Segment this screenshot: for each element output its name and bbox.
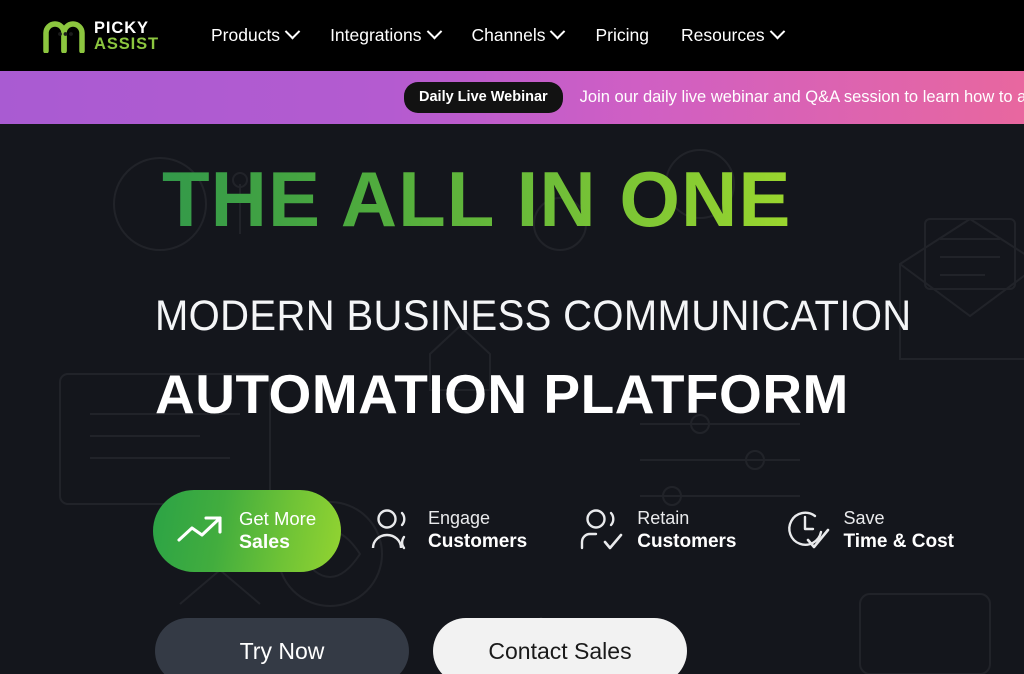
chevron-down-icon: [769, 23, 785, 39]
benefit-label: Retain Customers: [637, 507, 736, 555]
get-more-sales-button[interactable]: Get More Sales: [153, 490, 341, 572]
benefit-label: Save Time & Cost: [844, 507, 955, 555]
picky-assist-pa-monogram-icon: [41, 19, 87, 53]
nav-item-products[interactable]: Products: [195, 19, 314, 52]
chevron-down-icon: [284, 23, 301, 39]
benefit-line-2: Customers: [428, 531, 528, 553]
cta-line-1: Get More: [239, 507, 317, 529]
trending-up-arrow-icon: [175, 510, 227, 553]
nav-label: Resources: [680, 25, 765, 45]
chevron-down-icon: [550, 23, 566, 39]
nav-item-pricing[interactable]: Pricing: [579, 19, 665, 52]
logo-word-picky: PICKY: [94, 18, 149, 37]
promo-banner-text[interactable]: Join our daily live webinar and Q&A sess…: [580, 88, 1024, 107]
hero-headline-line2: MODERN BUSINESS COMMUNICATION: [155, 292, 912, 340]
benefit-line-1: Save: [843, 507, 885, 528]
person-with-sound-waves-icon: [371, 506, 415, 557]
hero-content: THE ALL IN ONE MODERN BUSINESS COMMUNICA…: [153, 124, 1024, 674]
hero-headline-line1: THE ALL IN ONE: [162, 155, 792, 243]
nav-label: Products: [211, 25, 281, 45]
site-logo[interactable]: PICKY ASSIST: [41, 19, 159, 53]
nav-item-resources[interactable]: Resources: [665, 19, 799, 52]
hero-benefits-row: Get More Sales Engage Customers Retain C…: [153, 490, 954, 572]
site-header: PICKY ASSIST Products Integrations Chann…: [0, 0, 1024, 71]
benefit-line-2: Customers: [637, 531, 737, 553]
chevron-down-icon: [426, 23, 442, 39]
landing-page: PICKY ASSIST Products Integrations Chann…: [0, 0, 1024, 674]
contact-sales-button[interactable]: Contact Sales: [433, 618, 687, 674]
benefit-line-2: Time & Cost: [843, 531, 955, 553]
hero-action-buttons: Try Now Contact Sales: [155, 618, 687, 674]
benefit-retain-customers: Retain Customers: [580, 506, 737, 557]
logo-word-assist: ASSIST: [94, 34, 159, 53]
benefit-save-time-and-cost: Save Time & Cost: [785, 506, 955, 557]
benefit-label: Engage Customers: [428, 507, 527, 555]
cta-line-2: Sales: [239, 531, 290, 554]
nav-label: Pricing: [595, 25, 649, 45]
promo-banner[interactable]: Daily Live Webinar Join our daily live w…: [0, 71, 1024, 124]
get-more-sales-label: Get More Sales: [239, 507, 316, 556]
logo-wordmark: PICKY ASSIST: [94, 18, 159, 53]
main-navigation: Products Integrations Channels Pricing R…: [195, 19, 799, 52]
nav-label: Integrations: [330, 25, 422, 45]
clock-with-check-icon: [785, 506, 831, 557]
hero-section: THE ALL IN ONE MODERN BUSINESS COMMUNICA…: [0, 124, 1024, 674]
try-now-button[interactable]: Try Now: [155, 618, 409, 674]
person-with-check-icon: [580, 506, 624, 557]
benefit-line-1: Engage: [428, 507, 491, 528]
nav-label: Channels: [471, 25, 546, 45]
promo-banner-badge[interactable]: Daily Live Webinar: [404, 82, 563, 113]
benefit-engage-customers: Engage Customers: [371, 506, 527, 557]
nav-item-channels[interactable]: Channels: [456, 19, 580, 52]
benefit-line-1: Retain: [637, 507, 690, 528]
nav-item-integrations[interactable]: Integrations: [314, 19, 455, 52]
hero-headline-line3: AUTOMATION PLATFORM: [155, 363, 849, 425]
